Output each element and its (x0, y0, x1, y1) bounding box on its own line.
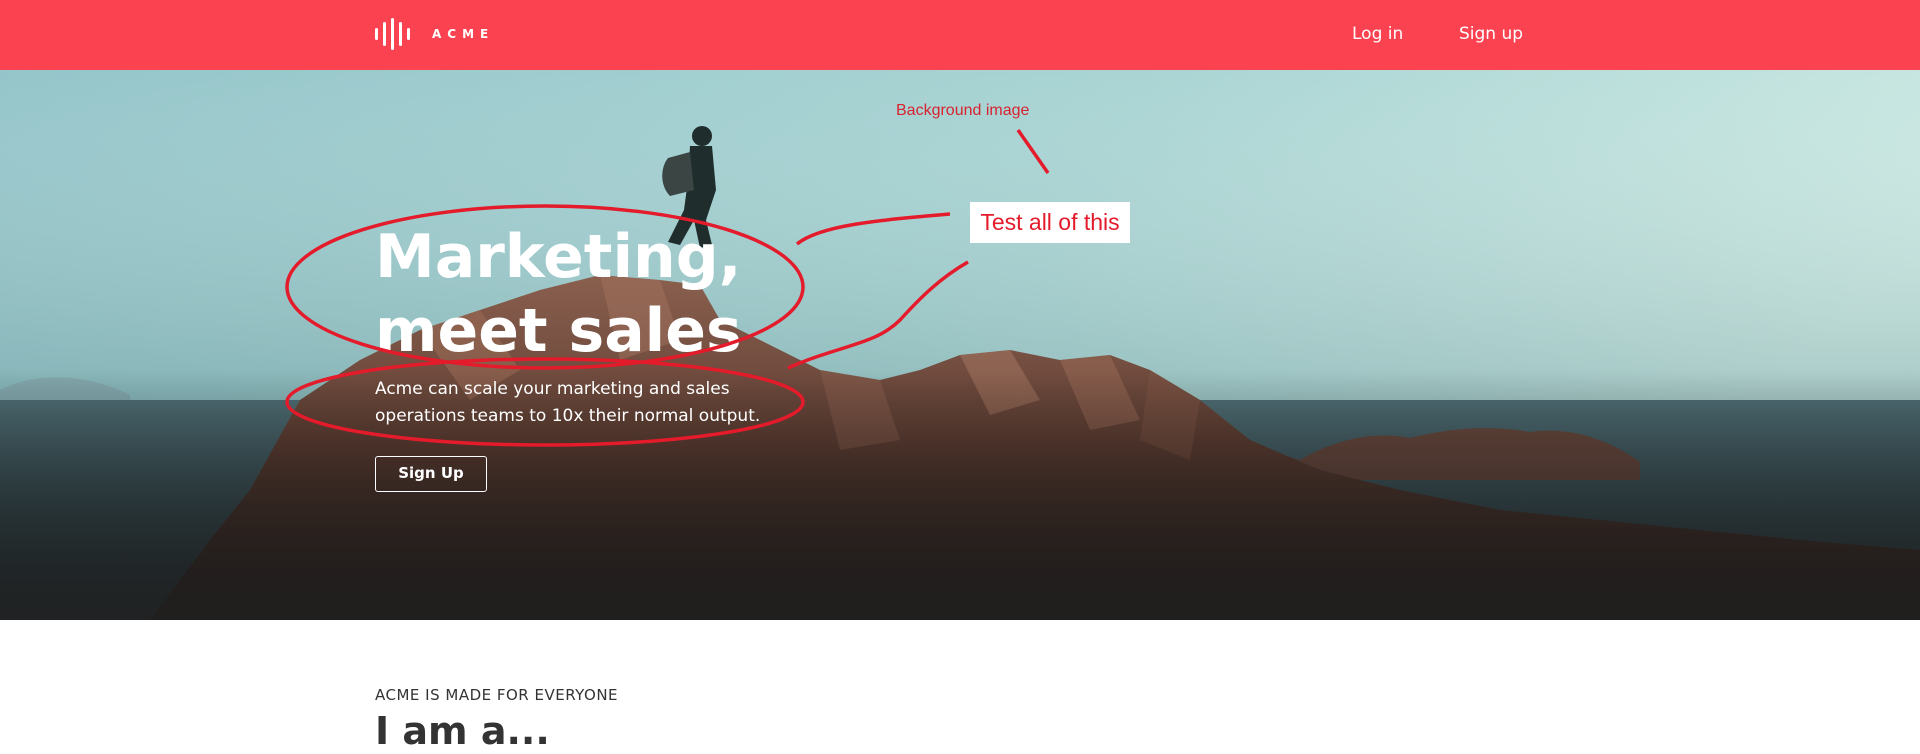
hero-title: Marketing, meet sales (375, 222, 742, 366)
signup-link[interactable]: Sign up (1459, 22, 1523, 46)
background-image-annotation: Background image (896, 102, 1030, 119)
section-eyebrow: ACME IS MADE FOR EVERYONE (375, 686, 619, 704)
brand-name: ACME (432, 27, 495, 41)
top-navigation-bar: ACME Log in Sign up (0, 0, 1920, 70)
hero-section: Marketing, meet sales Acme can scale you… (0, 70, 1920, 620)
brand-logo[interactable]: ACME (375, 18, 494, 50)
section-heading: I am a... (375, 709, 550, 753)
test-all-annotation: Test all of this (970, 202, 1130, 243)
hero-subtitle: Acme can scale your marketing and sales … (375, 379, 761, 426)
login-link[interactable]: Log in (1352, 22, 1403, 46)
sound-wave-icon (375, 18, 410, 50)
hero-background-image (0, 70, 1920, 620)
hero-signup-button[interactable]: Sign Up (375, 456, 487, 492)
